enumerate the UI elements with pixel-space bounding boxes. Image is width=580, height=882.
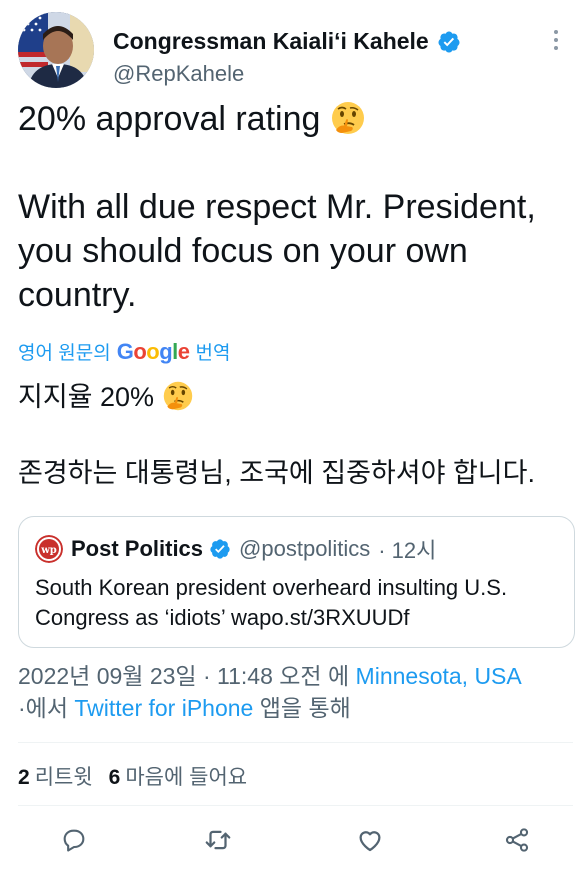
quoted-author-handle: @postpolitics [239,536,371,561]
author-display-name[interactable]: Congressman Kaiali‘i Kahele [113,28,429,55]
tweet-header: Congressman Kaiali‘i Kahele @RepKahele [18,12,562,92]
thinking-face-emoji-icon [163,381,192,411]
like-icon [359,831,381,852]
translated-text: 지지율 20% 존경하는 대통령님, 조국에 집중하셔야 합니다. [18,378,578,492]
google-g: G [116,338,134,364]
divider [18,805,573,806]
translation-suffix: 번역 [195,343,231,364]
tweet-via: 앱을 통해 [259,695,351,721]
thinking-face-emoji-icon [331,102,364,134]
reply-icon [63,829,85,852]
author-handle[interactable]: @RepKahele [113,61,244,87]
retweets-label: 리트윗 [34,766,93,789]
google-o2: o [146,338,160,364]
tweet-text: 20% approval rating With all due respect… [18,97,568,317]
tweet-from: ·에서 [18,695,68,721]
likes-count: 6 [108,766,121,789]
retweets-stat[interactable]: 2 리트윗 [18,761,93,791]
tweet-client-link[interactable]: Twitter for iPhone [74,695,253,721]
engagement-stats: 2 리트윗 6 마음에 들어요 [18,761,263,791]
google-e: e [177,338,190,364]
translated-line1: 지지율 20% [18,382,155,412]
quoted-author-name: Post Politics [71,536,204,561]
share-icon [505,828,529,852]
reply-button[interactable] [54,820,94,860]
verified-badge-icon [210,539,230,559]
google-o1: o [133,338,147,364]
likes-stat[interactable]: 6 마음에 들어요 [109,761,247,791]
quoted-text: South Korean president overheard insulti… [35,575,508,630]
tweet-meta: 2022년 09월 23일 · 11:48 오전 에 Minnesota, US… [18,660,573,724]
tweet-text-body: With all due respect Mr. President, you … [18,188,536,314]
tweet-datetime: 2022년 09월 23일 · 11:48 오전 에 [18,663,350,689]
likes-label: 마음에 들어요 [125,766,248,789]
translation-prefix: 영어 원문의 [18,343,111,364]
quoted-tweet-header: wp Post Politics @postpolitics · 12시 [35,533,558,565]
quoted-tweet[interactable]: wp Post Politics @postpolitics · 12시 Sou… [18,516,575,648]
google-g2: g [159,338,173,364]
share-button[interactable] [497,820,537,860]
verified-badge-icon [438,31,460,53]
retweets-count: 2 [18,766,30,789]
tweet-location-link[interactable]: Minnesota, USA [356,663,522,689]
retweet-icon [205,830,231,850]
google-logo: Google [117,339,190,365]
like-button[interactable] [350,820,390,860]
washington-post-logo-icon: wp [35,535,63,563]
author-avatar[interactable] [18,12,94,88]
quoted-time: · 12시 [378,538,437,563]
divider [18,742,573,743]
tweet-text-line1: 20% approval rating [18,100,321,138]
more-options-icon[interactable] [546,26,566,54]
action-bar [0,820,580,864]
translation-attribution[interactable]: 영어 원문의 Google 번역 [18,338,231,365]
retweet-button[interactable] [198,820,238,860]
author-name-row[interactable]: Congressman Kaiali‘i Kahele [113,28,461,55]
svg-text:wp: wp [40,545,57,556]
translated-body: 존경하는 대통령님, 조국에 집중하셔야 합니다. [18,458,535,488]
